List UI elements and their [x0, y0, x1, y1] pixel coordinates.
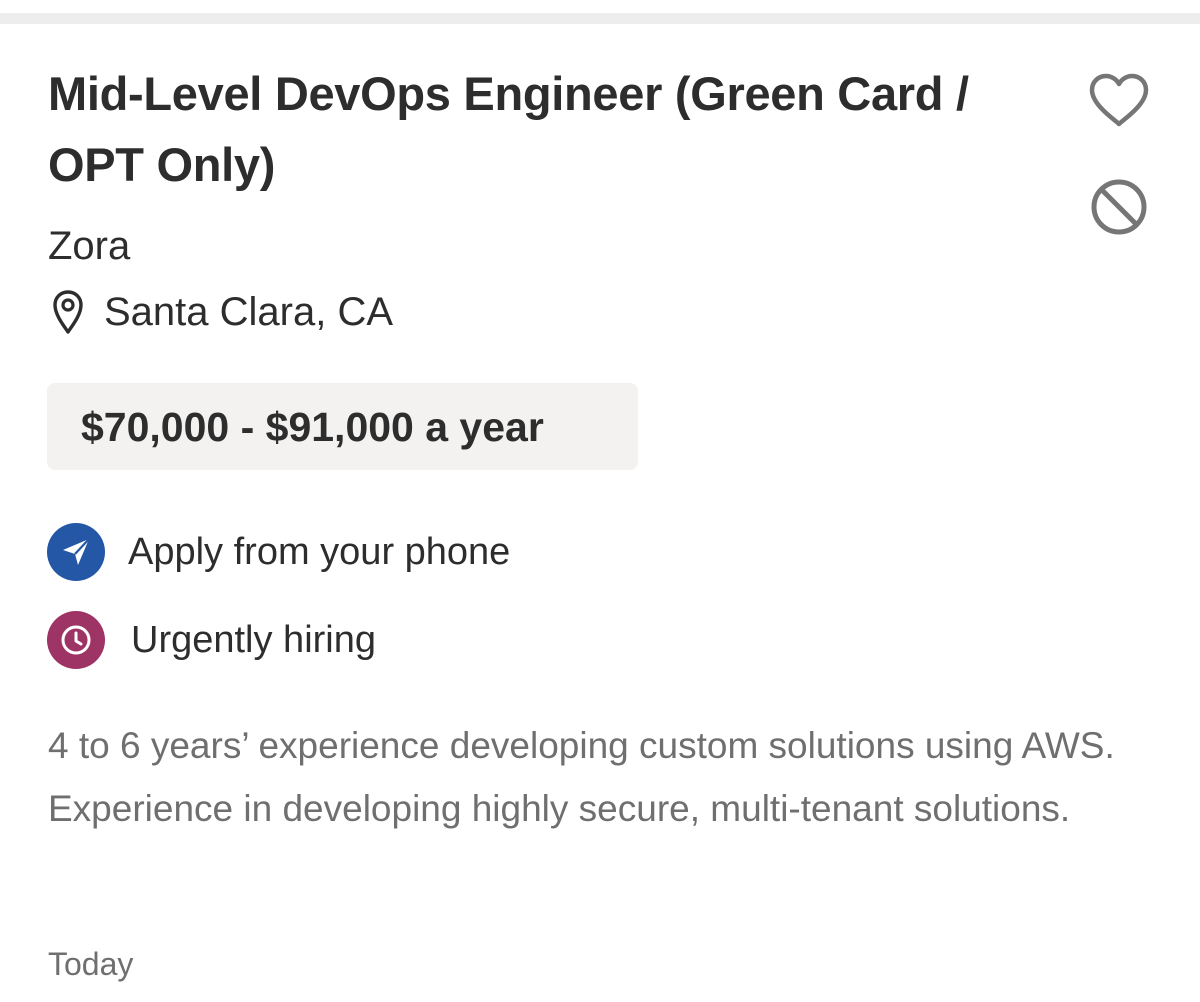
block-icon	[1091, 179, 1147, 235]
feature-urgently-hiring: Urgently hiring	[47, 610, 376, 670]
not-interested-button[interactable]	[1086, 174, 1152, 240]
feature-apply-from-phone: Apply from your phone	[47, 522, 510, 582]
job-snippet: 4 to 6 years’ experience developing cust…	[48, 725, 1115, 829]
salary-text: $70,000 - $91,000 a year	[81, 403, 544, 450]
heart-icon	[1089, 73, 1149, 127]
separator-bar	[0, 13, 1200, 24]
salary-badge: $70,000 - $91,000 a year	[47, 383, 638, 470]
location-text: Santa Clara, CA	[104, 290, 394, 334]
company-name[interactable]: Zora	[48, 218, 130, 274]
paper-plane-icon	[47, 523, 105, 581]
location-pin-icon	[48, 286, 88, 338]
feature-label: Urgently hiring	[131, 619, 376, 661]
feature-label: Apply from your phone	[128, 531, 511, 573]
top-separator	[0, 0, 1200, 26]
save-job-button[interactable]	[1086, 70, 1152, 132]
job-location: Santa Clara, CA	[48, 282, 393, 342]
posted-date: Today	[48, 946, 134, 982]
clock-icon	[47, 611, 105, 669]
job-title[interactable]: Mid-Level DevOps Engineer (Green Card / …	[48, 58, 1058, 200]
